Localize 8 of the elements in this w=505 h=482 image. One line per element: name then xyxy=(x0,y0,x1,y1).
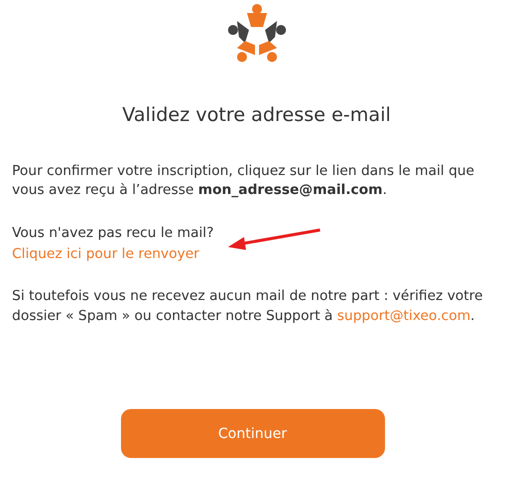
page-title: Validez votre adresse e-mail xyxy=(121,103,392,128)
continue-button[interactable]: Continuer xyxy=(120,409,384,458)
resend-link[interactable]: Cliquez ici pour le renvoyer xyxy=(12,244,200,265)
confirmation-text: Pour confirmer votre inscription, cliquez sur le lien dans le mail que vous avez reçu à l’adresse mon_adresse@mail.com. xyxy=(12,162,476,200)
resend-question: Vous n'avez pas recu le mail? xyxy=(12,224,214,243)
support-text: Si toutefois vous ne recevez aucun mail de notre part : vérifiez votre dossier « Spam » ou contacter notre Support à support@tixeo.com. xyxy=(12,287,484,326)
logo-icon xyxy=(226,3,286,63)
support-email-link[interactable]: support@tixeo.com xyxy=(337,308,470,324)
